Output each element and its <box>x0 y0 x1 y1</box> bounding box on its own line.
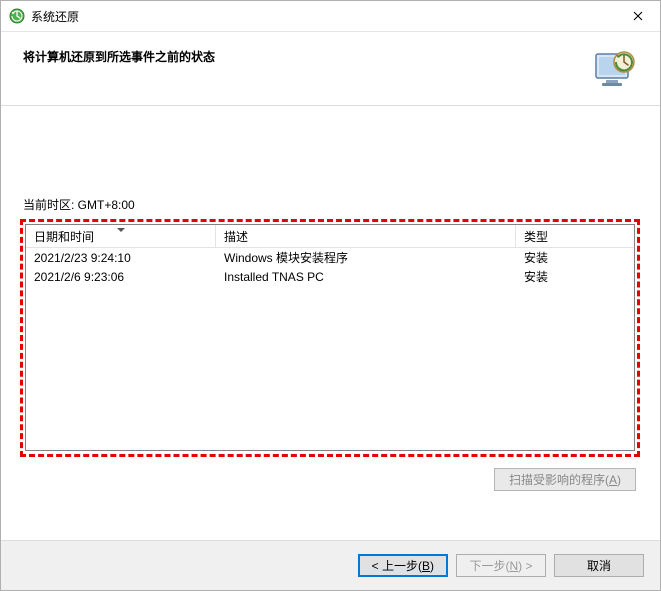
cell-type: 安装 <box>516 268 634 285</box>
close-button[interactable] <box>615 2 660 31</box>
column-header-desc-label: 描述 <box>224 228 248 245</box>
column-header-type-label: 类型 <box>524 228 548 245</box>
wizard-footer: < 上一步(B) 下一步(N) > 取消 <box>1 540 660 590</box>
column-header-date[interactable]: 日期和时间 <box>26 225 216 248</box>
cell-description: Windows 模块安装程序 <box>216 249 516 266</box>
restore-monitor-icon <box>590 46 638 94</box>
cell-type: 安装 <box>516 249 634 266</box>
cell-date: 2021/2/6 9:23:06 <box>26 270 216 284</box>
timezone-label: 当前时区: GMT+8:00 <box>23 196 135 213</box>
scan-affected-programs-button: 扫描受影响的程序(A) <box>494 468 636 491</box>
cell-description: Installed TNAS PC <box>216 270 516 284</box>
system-restore-window: 系统还原 将计算机还原到所选事件之前的状态 当前时区: GMT+8:00 <box>0 0 661 591</box>
list-row[interactable]: 2021/2/23 9:24:10 Windows 模块安装程序 安装 <box>26 248 634 267</box>
next-button: 下一步(N) > <box>456 554 546 577</box>
window-title: 系统还原 <box>31 8 615 25</box>
titlebar: 系统还原 <box>1 1 660 32</box>
restore-points-list[interactable]: 日期和时间 描述 类型 2021/2/23 9:24:10 Windows 模块… <box>25 224 635 451</box>
wizard-header: 将计算机还原到所选事件之前的状态 <box>1 32 660 106</box>
list-row[interactable]: 2021/2/6 9:23:06 Installed TNAS PC 安装 <box>26 267 634 286</box>
back-button[interactable]: < 上一步(B) <box>358 554 448 577</box>
cell-date: 2021/2/23 9:24:10 <box>26 251 216 265</box>
column-header-description[interactable]: 描述 <box>216 225 516 248</box>
page-heading: 将计算机还原到所选事件之前的状态 <box>23 46 590 65</box>
content-area: 当前时区: GMT+8:00 日期和时间 描述 类型 2021/2/23 9:2… <box>1 106 660 540</box>
list-header: 日期和时间 描述 类型 <box>26 225 634 248</box>
system-restore-icon <box>9 8 25 24</box>
cancel-button[interactable]: 取消 <box>554 554 644 577</box>
column-header-type[interactable]: 类型 <box>516 225 634 248</box>
column-header-date-label: 日期和时间 <box>34 228 94 245</box>
